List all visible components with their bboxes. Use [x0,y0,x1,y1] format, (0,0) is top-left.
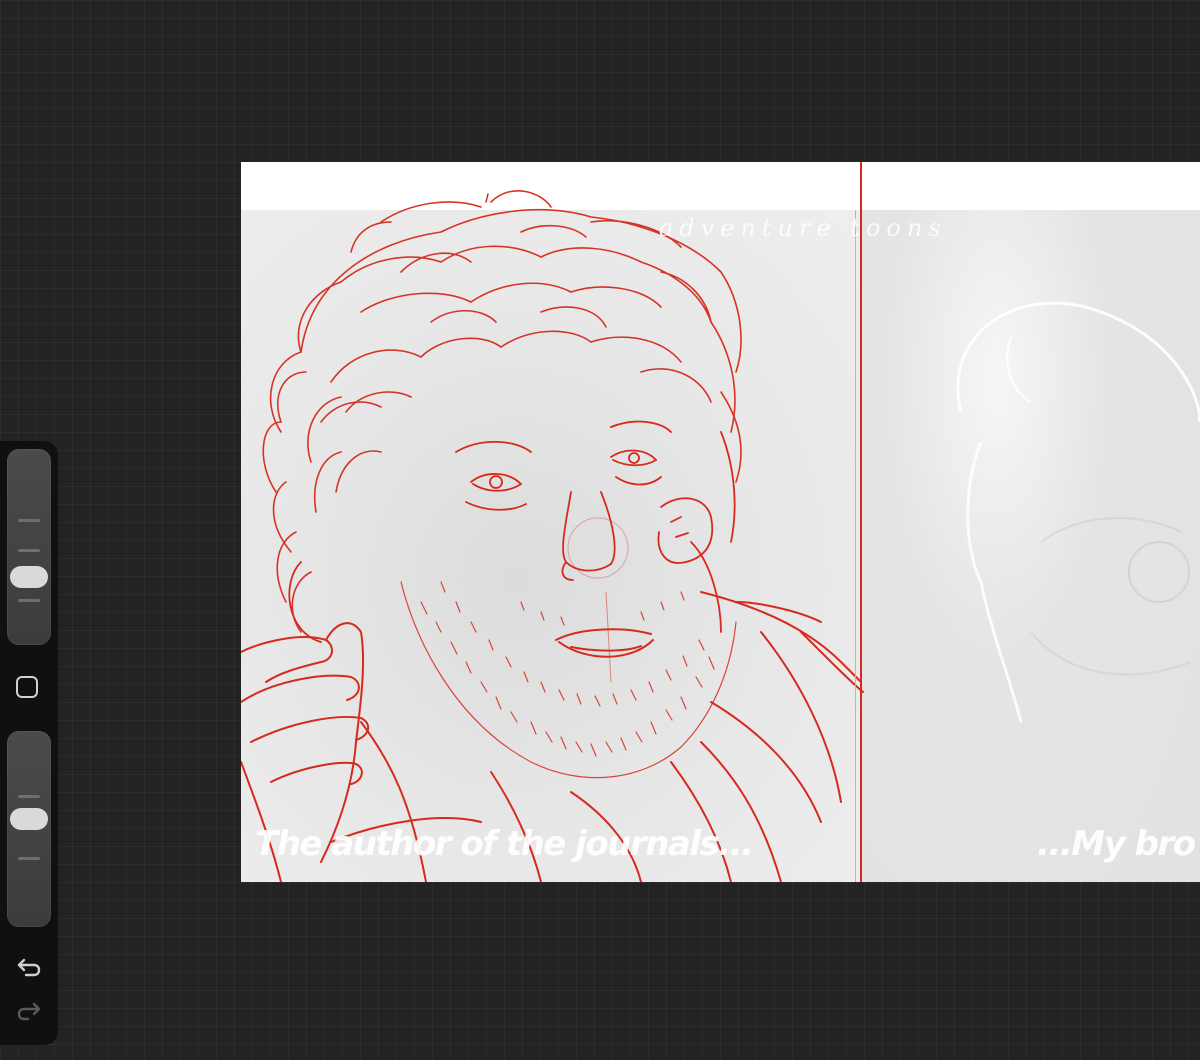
slider-tick [18,599,40,602]
opacity-handle[interactable] [10,808,48,830]
sidebar [0,441,58,1045]
watermark-text: adventure toons [659,214,947,242]
panel-guide-line [855,210,856,882]
slider-tick [18,549,40,552]
panel-divider [860,162,862,882]
slider-tick [18,857,40,860]
opacity-slider[interactable] [7,731,51,927]
slider-tick [18,519,40,522]
undo-button[interactable] [14,951,44,981]
caption-left: The author of the journals... [255,824,754,864]
canvas-workspace[interactable]: adventure toons The author of the journa… [0,0,1200,1060]
modify-button[interactable] [16,676,38,698]
redo-button[interactable] [14,997,44,1027]
redo-icon [17,1002,41,1021]
drawing-canvas[interactable]: adventure toons The author of the journa… [241,162,1200,882]
slider-tick [18,795,40,798]
caption-right: ...My bro [1037,824,1196,864]
undo-icon [17,958,41,977]
brush-size-handle[interactable] [10,566,48,588]
brush-size-slider[interactable] [7,449,51,645]
portrait-sketch [241,190,864,882]
